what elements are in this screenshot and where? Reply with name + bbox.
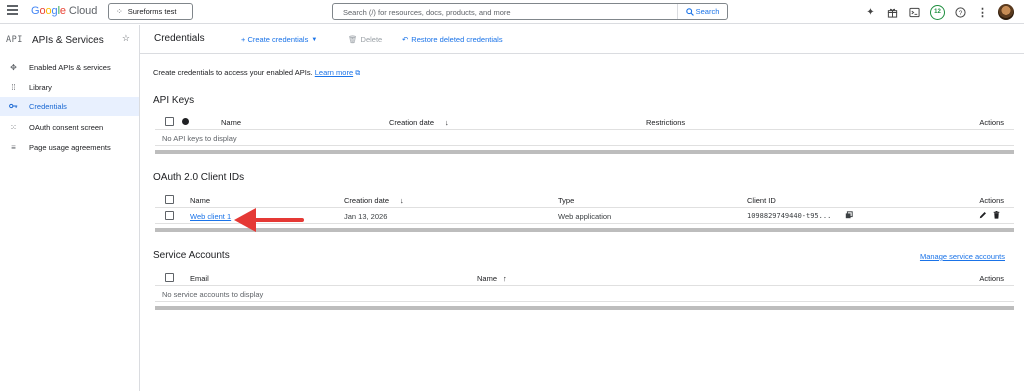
- library-icon: ⁞⁞: [11, 83, 16, 92]
- undo-icon: ↶: [402, 35, 409, 44]
- column-actions: Actions: [979, 196, 1004, 205]
- sidebar-item-page-usage[interactable]: ≡ Page usage agreements: [0, 138, 139, 157]
- api-icon: API: [6, 35, 23, 45]
- manage-service-accounts-link[interactable]: Manage service accounts: [920, 252, 1005, 261]
- search-button[interactable]: Search: [677, 4, 727, 19]
- client-name-link[interactable]: Web client 1: [190, 212, 231, 221]
- table-header-row: Email Name ↑ Actions: [155, 270, 1014, 286]
- delete-label: Delete: [360, 35, 383, 44]
- select-all-checkbox[interactable]: [165, 117, 174, 126]
- sidebar-item-label: Library: [29, 83, 52, 92]
- external-link-icon: ⧉: [355, 70, 361, 77]
- sidebar-item-credentials[interactable]: Credentials: [0, 97, 139, 116]
- sidebar-title: APIs & Services: [32, 34, 104, 46]
- column-type: Type: [558, 196, 575, 205]
- select-all-checkbox[interactable]: [165, 195, 174, 204]
- more-options-icon[interactable]: ⋮: [976, 6, 989, 19]
- delete-icon[interactable]: [993, 211, 1000, 221]
- sidebar-item-label: Enabled APIs & services: [29, 63, 111, 72]
- edit-icon[interactable]: [979, 211, 987, 221]
- table-row: No service accounts to display: [155, 286, 1014, 302]
- project-picker-button[interactable]: ⁘ Sureforms test: [108, 3, 193, 20]
- trash-icon: 🗑︎: [348, 35, 358, 44]
- empty-state: No service accounts to display: [162, 290, 264, 299]
- project-name: Sureforms test: [127, 7, 177, 16]
- help-icon[interactable]: ?: [954, 6, 967, 19]
- cloud-shell-icon[interactable]: [908, 6, 921, 19]
- avatar[interactable]: [998, 4, 1014, 20]
- service-accounts-table: Email Name ↑ Actions No service accounts…: [155, 270, 1014, 302]
- sidebar-item-enabled-apis[interactable]: ✥ Enabled APIs & services: [0, 58, 139, 77]
- search-input[interactable]: Search (/) for resources, docs, products…: [343, 8, 511, 17]
- intro-text: Create credentials to access your enable…: [153, 68, 360, 78]
- learn-more-link[interactable]: Learn more: [315, 68, 353, 77]
- intro-message: Create credentials to access your enable…: [153, 68, 313, 77]
- page-header: Credentials + Create credentials ▼ 🗑︎ De…: [140, 25, 1024, 54]
- search-button-label: Search: [695, 7, 720, 16]
- create-credentials-button[interactable]: + Create credentials ▼: [241, 35, 317, 44]
- settings-list-icon: ≡: [11, 143, 16, 152]
- column-creation-date[interactable]: Creation date: [344, 196, 389, 205]
- api-keys-title: API Keys: [153, 95, 195, 106]
- notifications-badge[interactable]: 12: [930, 4, 945, 20]
- sidebar-item-label: Page usage agreements: [29, 143, 111, 152]
- top-actions: ✦ 12 ? ⋮: [864, 4, 1014, 20]
- enabled-apis-icon: ✥: [10, 63, 17, 72]
- restore-label: Restore deleted credentials: [411, 35, 503, 44]
- empty-state: No API keys to display: [162, 134, 237, 143]
- consent-icon: ⁙: [10, 123, 17, 132]
- service-accounts-title: Service Accounts: [153, 250, 230, 261]
- key-icon: [9, 102, 18, 111]
- horizontal-scrollbar[interactable]: [155, 150, 1014, 154]
- sidebar-item-label: OAuth consent screen: [29, 123, 104, 132]
- column-client-id: Client ID: [747, 196, 776, 205]
- gemini-sparkle-icon[interactable]: ✦: [864, 6, 877, 19]
- status-icon: [182, 118, 189, 125]
- copy-icon[interactable]: [845, 211, 853, 221]
- client-type: Web application: [558, 212, 612, 221]
- select-all-checkbox[interactable]: [165, 273, 174, 282]
- google-cloud-logo[interactable]: Google Cloud: [31, 5, 97, 17]
- annotation-arrow: [234, 208, 304, 232]
- pin-icon[interactable]: ☆: [122, 33, 130, 44]
- horizontal-scrollbar[interactable]: [155, 306, 1014, 310]
- oauth-title: OAuth 2.0 Client IDs: [153, 172, 245, 183]
- table-row: No API keys to display: [155, 130, 1014, 146]
- top-bar: Google Cloud ⁘ Sureforms test Search (/)…: [0, 0, 1024, 24]
- main-menu-icon[interactable]: [7, 5, 18, 17]
- column-restrictions: Restrictions: [646, 118, 686, 127]
- column-creation-date[interactable]: Creation date: [389, 118, 434, 127]
- project-icon: ⁘: [116, 7, 123, 16]
- table-header-row: Name Creation date ↓ Restrictions Action…: [155, 114, 1014, 130]
- column-name[interactable]: Name: [221, 118, 241, 127]
- table-header-row: Name Creation date ↓ Type Client ID Acti…: [155, 192, 1014, 208]
- row-checkbox[interactable]: [165, 211, 174, 220]
- sort-desc-icon[interactable]: ↓: [445, 118, 449, 127]
- create-credentials-label: + Create credentials: [241, 35, 309, 44]
- learn-more-label: Learn more: [314, 68, 354, 77]
- restore-deleted-button[interactable]: ↶ Restore deleted credentials: [402, 35, 503, 44]
- client-id: 1098829749440-t95...: [747, 212, 832, 220]
- gift-icon[interactable]: [886, 6, 899, 19]
- column-email[interactable]: Email: [190, 274, 209, 283]
- page-title: Credentials: [154, 33, 205, 44]
- sidebar-item-library[interactable]: ⁞⁞ Library: [0, 78, 139, 97]
- column-name[interactable]: Name: [190, 196, 210, 205]
- svg-text:?: ?: [959, 9, 963, 16]
- api-keys-table: Name Creation date ↓ Restrictions Action…: [155, 114, 1014, 146]
- column-name[interactable]: Name: [477, 274, 497, 283]
- chevron-down-icon: ▼: [311, 36, 318, 43]
- sidebar-header: API APIs & Services ☆: [6, 33, 134, 47]
- column-actions: Actions: [979, 274, 1004, 283]
- search-bar[interactable]: Search (/) for resources, docs, products…: [332, 3, 728, 20]
- sort-desc-icon[interactable]: ↓: [400, 196, 404, 205]
- sort-asc-icon[interactable]: ↑: [503, 274, 507, 283]
- sidebar: API APIs & Services ☆ ✥ Enabled APIs & s…: [0, 25, 140, 391]
- search-icon: [685, 7, 694, 16]
- creation-date: Jan 13, 2026: [344, 212, 388, 221]
- delete-button[interactable]: 🗑︎ Delete: [348, 35, 382, 44]
- column-actions: Actions: [979, 118, 1004, 127]
- sidebar-item-oauth-consent[interactable]: ⁙ OAuth consent screen: [0, 118, 139, 137]
- sidebar-item-label: Credentials: [29, 102, 67, 111]
